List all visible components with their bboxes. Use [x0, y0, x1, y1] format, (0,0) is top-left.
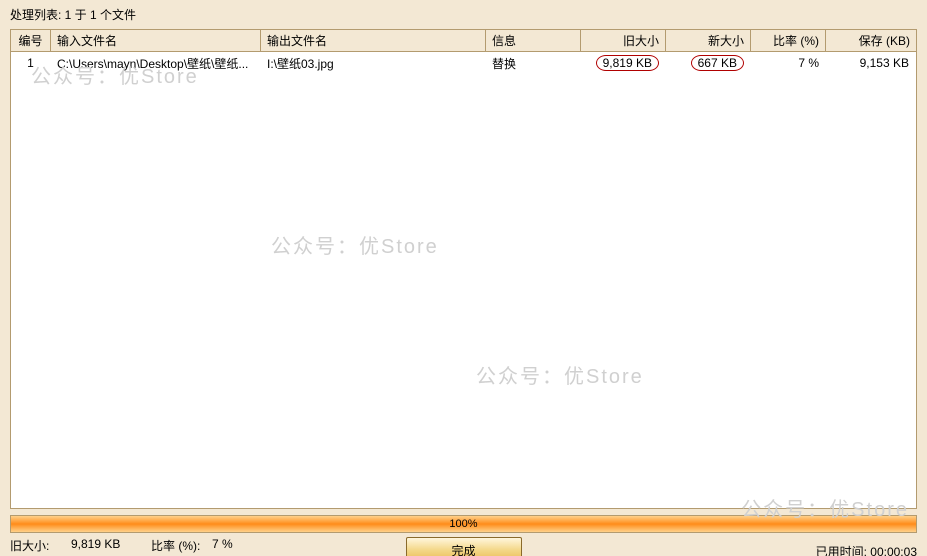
- col-header-idx[interactable]: 编号: [11, 29, 51, 52]
- col-header-output[interactable]: 输出文件名: [261, 29, 486, 52]
- cell-old-size: 9,819 KB: [581, 52, 666, 74]
- watermark-text: 公众号：优Store: [476, 360, 644, 389]
- cell-new-size: 667 KB: [666, 52, 751, 74]
- summary-old-value: 9,819 KB: [71, 537, 131, 554]
- elapsed-time: 已用时间: 00:00:03: [816, 543, 917, 556]
- col-header-new[interactable]: 新大小: [666, 29, 751, 52]
- elapsed-label: 已用时间:: [816, 545, 867, 556]
- cell-output: I:\壁纸03.jpg: [261, 52, 486, 75]
- elapsed-value: 00:00:03: [870, 545, 917, 556]
- footer: 旧大小: 9,819 KB 新大小: 667 KB 比率 (%): 7 % 保存…: [10, 537, 917, 556]
- cell-input: C:\Users\mayn\Desktop\壁纸\壁纸...: [51, 52, 261, 75]
- col-header-rate[interactable]: 比率 (%): [751, 29, 826, 52]
- cell-rate: 7 %: [751, 53, 826, 73]
- col-header-old[interactable]: 旧大小: [581, 29, 666, 52]
- summary-block: 旧大小: 9,819 KB 新大小: 667 KB 比率 (%): 7 % 保存…: [10, 537, 272, 556]
- col-header-input[interactable]: 输入文件名: [51, 29, 261, 52]
- done-button[interactable]: 完成: [406, 537, 522, 556]
- progress-label: 100%: [11, 516, 916, 532]
- results-table: 编号 输入文件名 输出文件名 信息 旧大小 新大小 比率 (%) 保存 (KB)…: [10, 29, 917, 509]
- col-header-save[interactable]: 保存 (KB): [826, 29, 916, 52]
- table-row[interactable]: 1 C:\Users\mayn\Desktop\壁纸\壁纸... I:\壁纸03…: [11, 52, 916, 74]
- cell-info: 替换: [486, 52, 581, 75]
- summary-rate-value: 7 %: [212, 537, 272, 554]
- summary-rate-label: 比率 (%):: [151, 537, 206, 554]
- col-header-info[interactable]: 信息: [486, 29, 581, 52]
- page-title: 处理列表: 1 于 1 个文件: [0, 0, 927, 27]
- progress-bar: 100%: [10, 515, 917, 533]
- summary-old-label: 旧大小:: [10, 537, 65, 554]
- cell-saved: 9,153 KB: [826, 53, 916, 73]
- cell-idx: 1: [11, 53, 51, 73]
- watermark-text: 公众号：优Store: [271, 230, 439, 259]
- table-header: 编号 输入文件名 输出文件名 信息 旧大小 新大小 比率 (%) 保存 (KB): [11, 30, 916, 52]
